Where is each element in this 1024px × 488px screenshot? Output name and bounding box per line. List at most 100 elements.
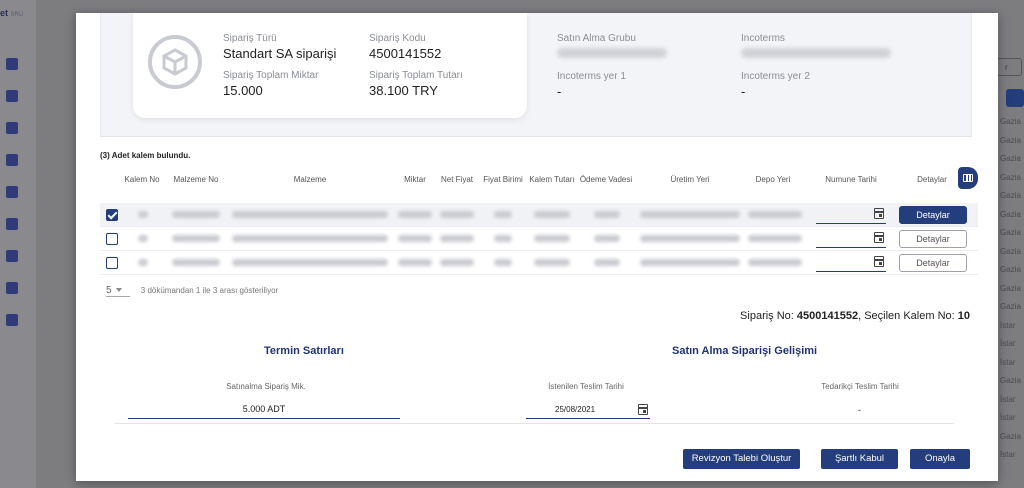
package-icon [148, 35, 202, 89]
incoterms-field: Incoterms [741, 33, 911, 58]
background-brand: et SRU [0, 8, 23, 18]
total-qty-value: 15.000 [223, 83, 263, 98]
background-list-item: İstar [1000, 339, 1016, 348]
order-type-label: Sipariş Türü [223, 33, 277, 44]
background-list-item: Gazia [1000, 283, 1021, 293]
column-header[interactable]: Fiyat Birimi [480, 175, 526, 184]
background-list-item: Gazia [1000, 209, 1021, 219]
calendar-icon[interactable] [638, 404, 648, 415]
details-button[interactable]: Detaylar [899, 230, 967, 248]
order-no-value: 4500141552 [796, 310, 859, 322]
table-header: Kalem No Malzeme No Malzeme Miktar Net F… [100, 165, 978, 193]
background-list-item: Gazia [1000, 302, 1021, 311]
column-header[interactable]: Net Fiyat [438, 175, 476, 184]
incoterms2-value: - [741, 84, 746, 99]
column-header[interactable]: Kalem Tutarı [528, 175, 576, 184]
column-header[interactable]: Depo Yeri [748, 175, 798, 184]
item-no-label: , Seçilen Kalem No: [858, 310, 958, 322]
background-list-item: İstar [1000, 357, 1016, 367]
sample-date-input[interactable] [816, 206, 886, 224]
calendar-icon[interactable] [874, 232, 884, 243]
incoterms1-value: - [557, 84, 562, 99]
shield-icon[interactable] [6, 154, 18, 166]
column-settings-icon[interactable] [958, 167, 978, 189]
incoterms2-field: Incoterms yer 2 - [741, 71, 810, 100]
total-amount-field: Sipariş Toplam Tutarı 38.100 TRY [369, 70, 463, 99]
column-header[interactable]: Üretim Yeri [660, 175, 720, 184]
page-size-value: 5 [106, 285, 112, 296]
incoterms1-field: Incoterms yer 1 - [557, 71, 626, 100]
table-row[interactable]: Detaylar [100, 227, 978, 251]
background-button-label: r [1005, 63, 1008, 72]
purchase-qty-label: Satınalma Sipariş Mik. [226, 382, 306, 391]
column-header[interactable]: Malzeme No [168, 175, 224, 184]
column-header[interactable]: Numune Tarihi [816, 175, 886, 184]
approve-button[interactable]: Onayla [910, 449, 970, 469]
row-checkbox[interactable] [106, 209, 118, 221]
details-button[interactable]: Detaylar [899, 206, 967, 224]
gear-icon[interactable] [6, 314, 18, 326]
total-qty-label: Sipariş Toplam Miktar [223, 70, 319, 81]
background-list-item: Gazia [1000, 191, 1021, 200]
table-row[interactable]: Detaylar [100, 203, 978, 227]
column-header[interactable]: Detaylar [906, 175, 958, 184]
development-section-title: Satın Alma Siparişi Gelişimi [672, 345, 818, 357]
background-sidebar: et SRU [0, 0, 36, 488]
background-list-item: Gazia [1000, 431, 1021, 441]
calendar-icon[interactable] [874, 208, 884, 219]
order-code-label: Sipariş Kodu [369, 33, 426, 44]
item-no-value: 10 [957, 310, 970, 322]
purchase-qty-input[interactable]: 5.000 ADT [128, 399, 400, 419]
sample-date-input[interactable] [816, 254, 886, 272]
order-code-value: 4500141552 [369, 46, 442, 61]
calendar-icon[interactable] [874, 256, 884, 267]
calendar-icon[interactable] [6, 282, 18, 294]
order-detail-modal: Sipariş Türü Standart SA siparişi Sipari… [76, 13, 998, 481]
brand-text: et [0, 8, 9, 18]
background-list-item: Gazia [1000, 117, 1021, 126]
background-list-item: İstar [1000, 394, 1016, 404]
details-button[interactable]: Detaylar [899, 254, 967, 272]
background-list-item: Gazia [1000, 172, 1021, 182]
folder-icon[interactable] [6, 218, 18, 230]
section-divider [114, 423, 954, 424]
lock-icon[interactable] [6, 186, 18, 198]
selected-order-line: Sipariş No: 4500141552, Seçilen Kalem No… [740, 310, 970, 322]
page-size-select[interactable]: 5 [106, 285, 130, 297]
supplier-date-label: Tedarikçi Teslim Tarihi [821, 382, 899, 391]
brand-sub-text: SRU [10, 12, 24, 18]
background-list-item: Gazia [1000, 228, 1021, 237]
background-list-item: İstar [1000, 320, 1016, 330]
pagination: 5 3 dökümandan 1 ile 3 arası gösteriliyo… [106, 285, 278, 297]
background-list-item: Gazia [1000, 376, 1021, 385]
background-list-item: Gazia [1000, 265, 1021, 274]
purchase-group-label: Satın Alma Grubu [557, 33, 636, 44]
background-list-item: Gazia [1000, 135, 1021, 145]
order-summary-card: Sipariş Türü Standart SA siparişi Sipari… [133, 13, 527, 118]
column-header[interactable]: Malzeme [260, 175, 360, 184]
row-checkbox[interactable] [106, 233, 118, 245]
column-header[interactable]: Miktar [398, 175, 432, 184]
chart-icon[interactable] [6, 122, 18, 134]
row-checkbox[interactable] [106, 257, 118, 269]
supplier-date-value: - [858, 405, 861, 415]
requested-date-label: İstenilen Teslim Tarihi [548, 382, 624, 391]
total-qty-field: Sipariş Toplam Miktar 15.000 [223, 70, 318, 99]
sample-date-input[interactable] [816, 230, 886, 248]
background-list-item: Gazia [1000, 246, 1021, 256]
background-columns-icon[interactable] [1006, 89, 1024, 107]
column-header[interactable]: Kalem No [120, 175, 164, 184]
chevron-down-icon [115, 288, 122, 293]
order-no-label: Sipariş No: [740, 310, 797, 322]
conditional-accept-button[interactable]: Şartlı Kabul [821, 449, 898, 469]
order-type-value: Standart SA siparişi [223, 46, 337, 61]
items-count-text: (3) Adet kalem bulundu. [100, 151, 191, 160]
wallet-icon[interactable] [6, 90, 18, 102]
column-header[interactable]: Ödeme Vadesi [578, 175, 634, 184]
termin-section-title: Termin Satırları [264, 345, 344, 357]
background-list-item: Gazia [1000, 154, 1021, 163]
image-icon[interactable] [6, 250, 18, 262]
table-row[interactable]: Detaylar [100, 251, 978, 275]
create-revision-request-button[interactable]: Revizyon Talebi Oluştur [683, 449, 800, 469]
edit-icon[interactable] [6, 58, 18, 70]
